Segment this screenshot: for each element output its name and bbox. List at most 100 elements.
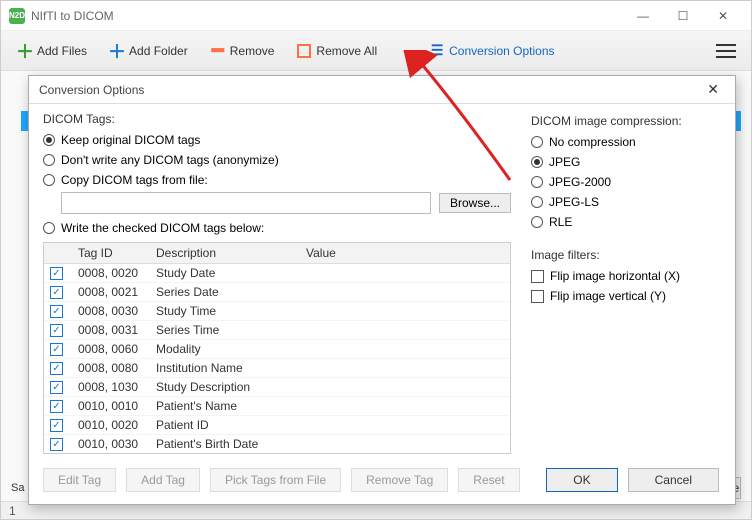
- dialog-close-button[interactable]: ✕: [701, 81, 725, 98]
- menu-button[interactable]: [711, 36, 741, 66]
- radio-icon: [531, 216, 543, 228]
- radio-no-compression[interactable]: No compression: [531, 132, 721, 152]
- row-checkbox[interactable]: ✓: [50, 324, 63, 337]
- cell-tag-id: 0008, 0080: [72, 358, 150, 378]
- options-icon: ☰: [429, 43, 445, 59]
- cell-value: [300, 289, 510, 295]
- table-row[interactable]: ✓0008, 0021Series Date: [44, 283, 510, 302]
- minimize-button[interactable]: —: [623, 2, 663, 30]
- table-body: ✓0008, 0020Study Date✓0008, 0021Series D…: [44, 264, 510, 453]
- radio-icon: [531, 176, 543, 188]
- row-checkbox[interactable]: ✓: [50, 286, 63, 299]
- cell-tag-id: 0008, 0020: [72, 264, 150, 283]
- radio-anonymize[interactable]: Don't write any DICOM tags (anonymize): [43, 150, 511, 170]
- cell-tag-id: 0008, 0060: [72, 339, 150, 359]
- table-row[interactable]: ✓0008, 0030Study Time: [44, 302, 510, 321]
- add-folder-button[interactable]: ＋ Add Folder: [103, 39, 194, 63]
- dialog-footer: OK Cancel: [29, 468, 735, 504]
- cell-value: [300, 346, 510, 352]
- dialog-titlebar: Conversion Options ✕: [29, 76, 735, 104]
- row-checkbox[interactable]: ✓: [50, 305, 63, 318]
- th-description[interactable]: Description: [150, 243, 300, 263]
- table-header: Tag ID Description Value: [44, 243, 510, 264]
- window-title: NIfTI to DICOM: [31, 9, 623, 23]
- conversion-options-dialog: Conversion Options ✕ DICOM Tags: Keep or…: [28, 75, 736, 505]
- row-checkbox[interactable]: ✓: [50, 419, 63, 432]
- row-checkbox[interactable]: ✓: [50, 267, 63, 280]
- table-row[interactable]: ✓0008, 0060Modality: [44, 340, 510, 359]
- close-button[interactable]: ✕: [703, 2, 743, 30]
- checkbox-icon: [531, 290, 544, 303]
- cell-tag-id: 0008, 0021: [72, 282, 150, 302]
- table-row[interactable]: ✓ 0010, 0030Patient's Birth Date: [44, 435, 510, 453]
- row-checkbox[interactable]: ✓: [50, 343, 63, 356]
- cell-value: [300, 422, 510, 428]
- tags-table: Tag ID Description Value ✓0008, 0020Stud…: [43, 242, 511, 454]
- radio-copy-from-file[interactable]: Copy DICOM tags from file:: [43, 170, 511, 190]
- add-files-button[interactable]: ＋ Add Files: [11, 39, 93, 63]
- remove-label: Remove: [230, 44, 275, 58]
- table-row[interactable]: ✓ 0008, 0031Series Time: [44, 321, 510, 340]
- app-icon: N2D: [9, 8, 25, 24]
- radio-write-checked[interactable]: Write the checked DICOM tags below:: [43, 218, 511, 238]
- flip-horizontal-checkbox[interactable]: Flip image horizontal (X): [531, 266, 721, 286]
- window-controls: — ☐ ✕: [623, 2, 743, 30]
- radio-jpeg[interactable]: JPEG: [531, 152, 721, 172]
- radio-icon: [43, 154, 55, 166]
- row-checkbox[interactable]: ✓: [50, 400, 63, 413]
- cell-description: Study Description: [150, 377, 300, 397]
- radio-label: Copy DICOM tags from file:: [61, 173, 208, 187]
- radio-jpeg2000[interactable]: JPEG-2000: [531, 172, 721, 192]
- radio-jpegls[interactable]: JPEG-LS: [531, 192, 721, 212]
- minus-icon: ━: [210, 43, 226, 59]
- row-checkbox[interactable]: ✓: [50, 381, 63, 394]
- radio-icon: [43, 222, 55, 234]
- th-value[interactable]: Value: [300, 243, 510, 263]
- table-row[interactable]: ✓ 0008, 0020Study Date: [44, 264, 510, 283]
- cell-tag-id: 0010, 0010: [72, 396, 150, 416]
- cell-value: [300, 441, 510, 447]
- filters-section-label: Image filters:: [531, 248, 721, 262]
- add-folder-label: Add Folder: [129, 44, 188, 58]
- radio-label: Write the checked DICOM tags below:: [61, 221, 264, 235]
- save-label-partial: Sa: [11, 482, 24, 494]
- cell-value: [300, 365, 510, 371]
- radio-icon: [531, 196, 543, 208]
- table-row[interactable]: ✓ 0010, 0020Patient ID: [44, 416, 510, 435]
- tags-section-label: DICOM Tags:: [43, 112, 511, 126]
- cell-description: Patient's Birth Date: [150, 434, 300, 453]
- remove-all-label: Remove All: [316, 44, 377, 58]
- flip-vertical-checkbox[interactable]: Flip image vertical (Y): [531, 286, 721, 306]
- cell-tag-id: 0008, 0031: [72, 320, 150, 340]
- cell-description: Study Date: [150, 264, 300, 283]
- cell-description: Patient ID: [150, 415, 300, 435]
- table-row[interactable]: ✓0008, 1030Study Description: [44, 378, 510, 397]
- radio-label: Keep original DICOM tags: [61, 133, 200, 147]
- row-checkbox[interactable]: ✓: [50, 362, 63, 375]
- table-row[interactable]: ✓0008, 0080Institution Name: [44, 359, 510, 378]
- cell-value: [300, 270, 510, 276]
- cell-tag-id: 0008, 0030: [72, 301, 150, 321]
- cell-value: [300, 384, 510, 390]
- status-text: 1: [9, 504, 16, 518]
- radio-keep-original[interactable]: Keep original DICOM tags: [43, 130, 511, 150]
- compression-section-label: DICOM image compression:: [531, 114, 721, 128]
- cell-tag-id: 0010, 0030: [72, 434, 150, 453]
- browse-button[interactable]: Browse...: [439, 193, 511, 213]
- conversion-options-button[interactable]: ☰ Conversion Options: [423, 39, 560, 63]
- dicom-tags-panel: DICOM Tags: Keep original DICOM tags Don…: [43, 112, 511, 454]
- cell-value: [300, 403, 510, 409]
- radio-rle[interactable]: RLE: [531, 212, 721, 232]
- row-checkbox[interactable]: ✓: [50, 438, 63, 451]
- maximize-button[interactable]: ☐: [663, 2, 703, 30]
- cancel-button[interactable]: Cancel: [628, 468, 719, 492]
- checkbox-icon: [531, 270, 544, 283]
- cell-tag-id: 0010, 0020: [72, 415, 150, 435]
- remove-button[interactable]: ━ Remove: [204, 39, 281, 63]
- copy-file-input[interactable]: [61, 192, 431, 214]
- table-row[interactable]: ✓0010, 0010Patient's Name: [44, 397, 510, 416]
- ok-button[interactable]: OK: [546, 468, 617, 492]
- th-tag-id[interactable]: Tag ID: [72, 243, 150, 263]
- cell-description: Series Time: [150, 320, 300, 340]
- remove-all-button[interactable]: Remove All: [290, 39, 383, 63]
